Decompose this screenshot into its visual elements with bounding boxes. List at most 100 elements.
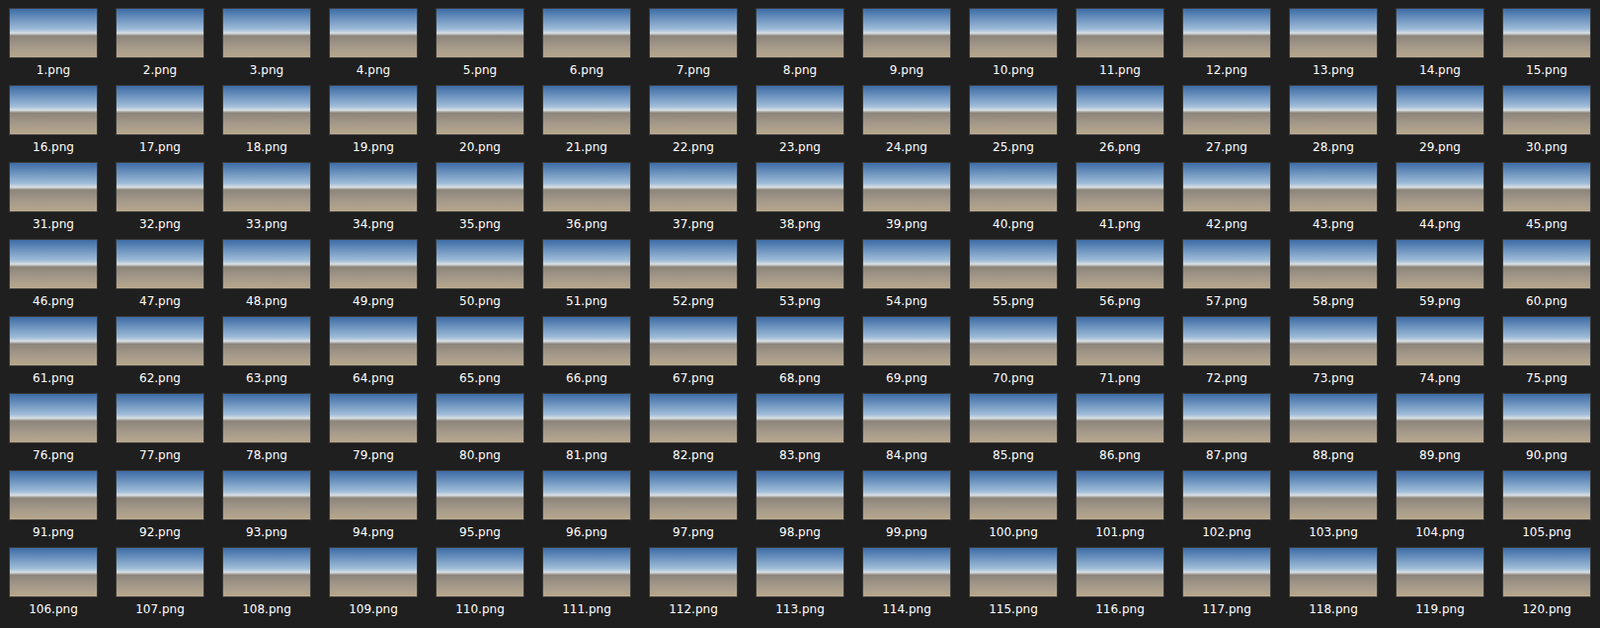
file-item[interactable]: 71.png [1066, 316, 1174, 394]
file-item[interactable]: 109.png [320, 547, 427, 625]
file-thumbnail[interactable] [1502, 316, 1592, 367]
file-name[interactable]: 38.png [779, 217, 821, 233]
file-item[interactable]: 36.png [533, 161, 640, 240]
file-item[interactable]: 98.png [746, 470, 854, 548]
file-name[interactable]: 56.png [1099, 294, 1141, 310]
file-name[interactable]: 27.png [1205, 140, 1248, 156]
file-name[interactable]: 99.png [885, 525, 928, 541]
file-thumbnail[interactable] [435, 316, 525, 367]
file-name[interactable]: 96.png [565, 525, 608, 541]
file-item[interactable]: 104.png [1386, 470, 1494, 548]
file-thumbnail[interactable] [222, 7, 312, 59]
file-item[interactable]: 25.png [960, 84, 1067, 162]
file-item[interactable]: 56.png [1066, 239, 1174, 317]
file-item[interactable]: 77.png [106, 393, 214, 471]
file-name[interactable]: 2.png [143, 63, 177, 79]
file-name[interactable]: 37.png [672, 217, 715, 233]
file-name[interactable]: 11.png [1099, 63, 1141, 79]
file-item[interactable]: 90.png [1493, 393, 1600, 471]
file-name[interactable]: 58.png [1312, 294, 1355, 310]
file-name[interactable]: 101.png [1095, 525, 1145, 541]
file-name[interactable]: 35.png [459, 217, 501, 233]
file-item[interactable]: 26.png [1066, 84, 1174, 162]
file-name[interactable]: 116.png [1095, 602, 1145, 618]
file-thumbnail[interactable] [8, 84, 98, 136]
file-item[interactable]: 50.png [426, 239, 534, 317]
file-thumbnail[interactable] [968, 84, 1058, 136]
file-name[interactable]: 13.png [1312, 63, 1355, 79]
file-thumbnail[interactable] [1182, 84, 1272, 136]
file-item[interactable]: 10.png [960, 7, 1067, 85]
file-thumbnail[interactable] [435, 547, 525, 598]
file-name[interactable]: 105.png [1521, 525, 1572, 541]
file-item[interactable]: 42.png [1173, 161, 1280, 240]
file-item[interactable]: 93.png [213, 470, 320, 548]
file-thumbnail[interactable] [648, 7, 738, 59]
file-name[interactable]: 52.png [672, 294, 715, 310]
file-thumbnail[interactable] [222, 470, 312, 521]
file-name[interactable]: 102.png [1201, 525, 1252, 541]
file-name[interactable]: 84.png [885, 448, 928, 464]
file-item[interactable]: 69.png [853, 316, 960, 394]
file-thumbnail[interactable] [1182, 470, 1272, 521]
file-thumbnail[interactable] [755, 547, 845, 598]
file-item[interactable]: 83.png [746, 393, 854, 471]
file-item[interactable]: 72.png [1173, 316, 1280, 394]
file-name[interactable]: 106.png [28, 602, 79, 618]
file-thumbnail[interactable] [862, 547, 952, 598]
file-thumbnail[interactable] [968, 470, 1058, 521]
file-item[interactable]: 78.png [213, 393, 320, 471]
file-name[interactable]: 74.png [1419, 371, 1461, 387]
file-name[interactable]: 65.png [459, 371, 501, 387]
file-thumbnail[interactable] [1502, 393, 1592, 444]
file-thumbnail[interactable] [328, 470, 418, 521]
file-thumbnail[interactable] [1395, 316, 1485, 367]
file-thumbnail[interactable] [8, 161, 98, 213]
file-item[interactable]: 63.png [213, 316, 320, 394]
file-item[interactable]: 118.png [1280, 547, 1387, 625]
file-item[interactable]: 3.png [213, 7, 320, 85]
file-item[interactable]: 80.png [426, 393, 534, 471]
file-item[interactable]: 61.png [0, 316, 107, 394]
file-name[interactable]: 95.png [459, 525, 501, 541]
file-item[interactable]: 119.png [1386, 547, 1494, 625]
file-item[interactable]: 66.png [533, 316, 640, 394]
file-item[interactable]: 86.png [1066, 393, 1174, 471]
file-name[interactable]: 10.png [992, 63, 1035, 79]
file-thumbnail[interactable] [1075, 470, 1165, 521]
file-item[interactable]: 65.png [426, 316, 534, 394]
file-name[interactable]: 31.png [32, 217, 75, 233]
file-name[interactable]: 79.png [352, 448, 395, 464]
file-name[interactable]: 110.png [455, 602, 505, 618]
file-thumbnail[interactable] [1182, 7, 1272, 59]
file-item[interactable]: 101.png [1066, 470, 1174, 548]
file-name[interactable]: 24.png [885, 140, 928, 156]
file-thumbnail[interactable] [1502, 84, 1592, 136]
file-name[interactable]: 29.png [1419, 140, 1461, 156]
file-item[interactable]: 64.png [320, 316, 427, 394]
file-thumbnail[interactable] [648, 470, 738, 521]
file-thumbnail[interactable] [862, 316, 952, 367]
file-thumbnail[interactable] [1182, 316, 1272, 367]
file-item[interactable]: 24.png [853, 84, 960, 162]
file-thumbnail[interactable] [435, 239, 525, 290]
file-thumbnail[interactable] [1395, 7, 1485, 59]
file-name[interactable]: 67.png [672, 371, 715, 387]
file-item[interactable]: 58.png [1280, 239, 1387, 317]
file-thumbnail[interactable] [862, 239, 952, 290]
file-item[interactable]: 55.png [960, 239, 1067, 317]
file-thumbnail[interactable] [1502, 470, 1592, 521]
file-name[interactable]: 88.png [1312, 448, 1355, 464]
file-thumbnail[interactable] [8, 316, 98, 367]
file-item[interactable]: 105.png [1493, 470, 1600, 548]
file-item[interactable]: 4.png [320, 7, 427, 85]
file-name[interactable]: 82.png [672, 448, 715, 464]
file-item[interactable]: 54.png [853, 239, 960, 317]
file-name[interactable]: 83.png [779, 448, 821, 464]
file-item[interactable]: 20.png [426, 84, 534, 162]
file-thumbnail[interactable] [115, 84, 205, 136]
file-thumbnail[interactable] [1288, 316, 1378, 367]
file-name[interactable]: 113.png [775, 602, 825, 618]
file-thumbnail[interactable] [862, 7, 952, 59]
file-item[interactable]: 95.png [426, 470, 534, 548]
